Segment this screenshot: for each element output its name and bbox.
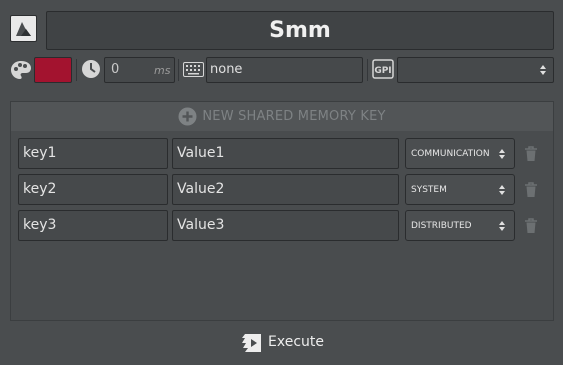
type-select-value: DISTRIBUTED <box>411 221 472 231</box>
chevron-updown-icon <box>499 185 505 195</box>
value-input[interactable]: Value3 <box>172 210 399 241</box>
toolbar-divider <box>367 59 368 81</box>
type-select[interactable]: COMMUNICATION <box>405 138 515 169</box>
type-select[interactable]: DISTRIBUTED <box>405 210 515 241</box>
shortcut-input[interactable]: none <box>206 57 363 83</box>
new-shared-memory-key-label: NEW SHARED MEMORY KEY <box>202 109 386 124</box>
key-input[interactable]: key2 <box>18 174 168 205</box>
trash-icon[interactable] <box>524 146 538 162</box>
trash-icon[interactable] <box>524 218 538 234</box>
svg-text:GPI: GPI <box>374 66 391 76</box>
chevron-updown-icon <box>499 221 505 231</box>
key-input[interactable]: key1 <box>18 138 168 169</box>
type-select[interactable]: SYSTEM <box>405 174 515 205</box>
gpi-select[interactable] <box>397 57 554 83</box>
clock-icon <box>82 60 100 78</box>
chevron-updown-icon <box>540 65 546 75</box>
delay-unit-label: ms <box>154 64 171 77</box>
execute-icon[interactable] <box>241 333 263 353</box>
value-input[interactable]: Value1 <box>172 138 399 169</box>
logo-icon-button[interactable] <box>10 15 37 42</box>
app-logo-icon <box>16 22 31 36</box>
key-input[interactable]: key3 <box>18 210 168 241</box>
color-swatch[interactable] <box>34 57 72 83</box>
type-select-value: SYSTEM <box>411 185 447 195</box>
palette-icon[interactable] <box>10 60 32 80</box>
execute-button[interactable]: Execute <box>268 334 324 350</box>
toolbar-divider <box>178 59 179 81</box>
new-shared-memory-key-button[interactable]: NEW SHARED MEMORY KEY <box>11 102 553 131</box>
trash-icon[interactable] <box>524 182 538 198</box>
toolbar-divider <box>76 59 77 81</box>
type-select-value: COMMUNICATION <box>411 149 490 159</box>
chevron-updown-icon <box>499 149 505 159</box>
keyboard-icon <box>183 62 204 77</box>
page-title[interactable]: Smm <box>46 11 554 50</box>
value-input[interactable]: Value2 <box>172 174 399 205</box>
gpi-icon: GPI <box>372 59 394 79</box>
plus-circle-icon <box>178 107 197 126</box>
